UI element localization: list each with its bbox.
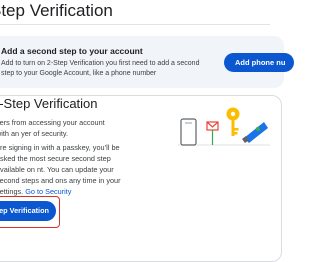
add-second-step-banner: Add a second step to your account Add to… (0, 36, 294, 88)
banner-title: Add a second step to your account (1, 46, 143, 56)
banner-description: Add to turn on 2-Step Verification you f… (1, 60, 200, 77)
security-key-icon (242, 122, 268, 143)
mail-icon (206, 121, 219, 145)
page-title: Step Verification (0, 1, 113, 20)
add-phone-number-button[interactable]: Add phone nu (224, 53, 294, 72)
passkey-text: ere signing in with a passkey, you’ll be… (0, 142, 136, 197)
phone-icon (180, 118, 197, 146)
turn-on-2sv-button[interactable]: -Step Verification (0, 201, 56, 221)
intro-text: kers from accessing your account with an… (0, 118, 105, 138)
go-to-security-link[interactable]: Go to Security (25, 187, 71, 196)
header-divider (0, 24, 270, 25)
security-illustration (178, 107, 270, 146)
key-icon (226, 107, 240, 136)
card-title: 2-Step Verification (0, 96, 98, 111)
